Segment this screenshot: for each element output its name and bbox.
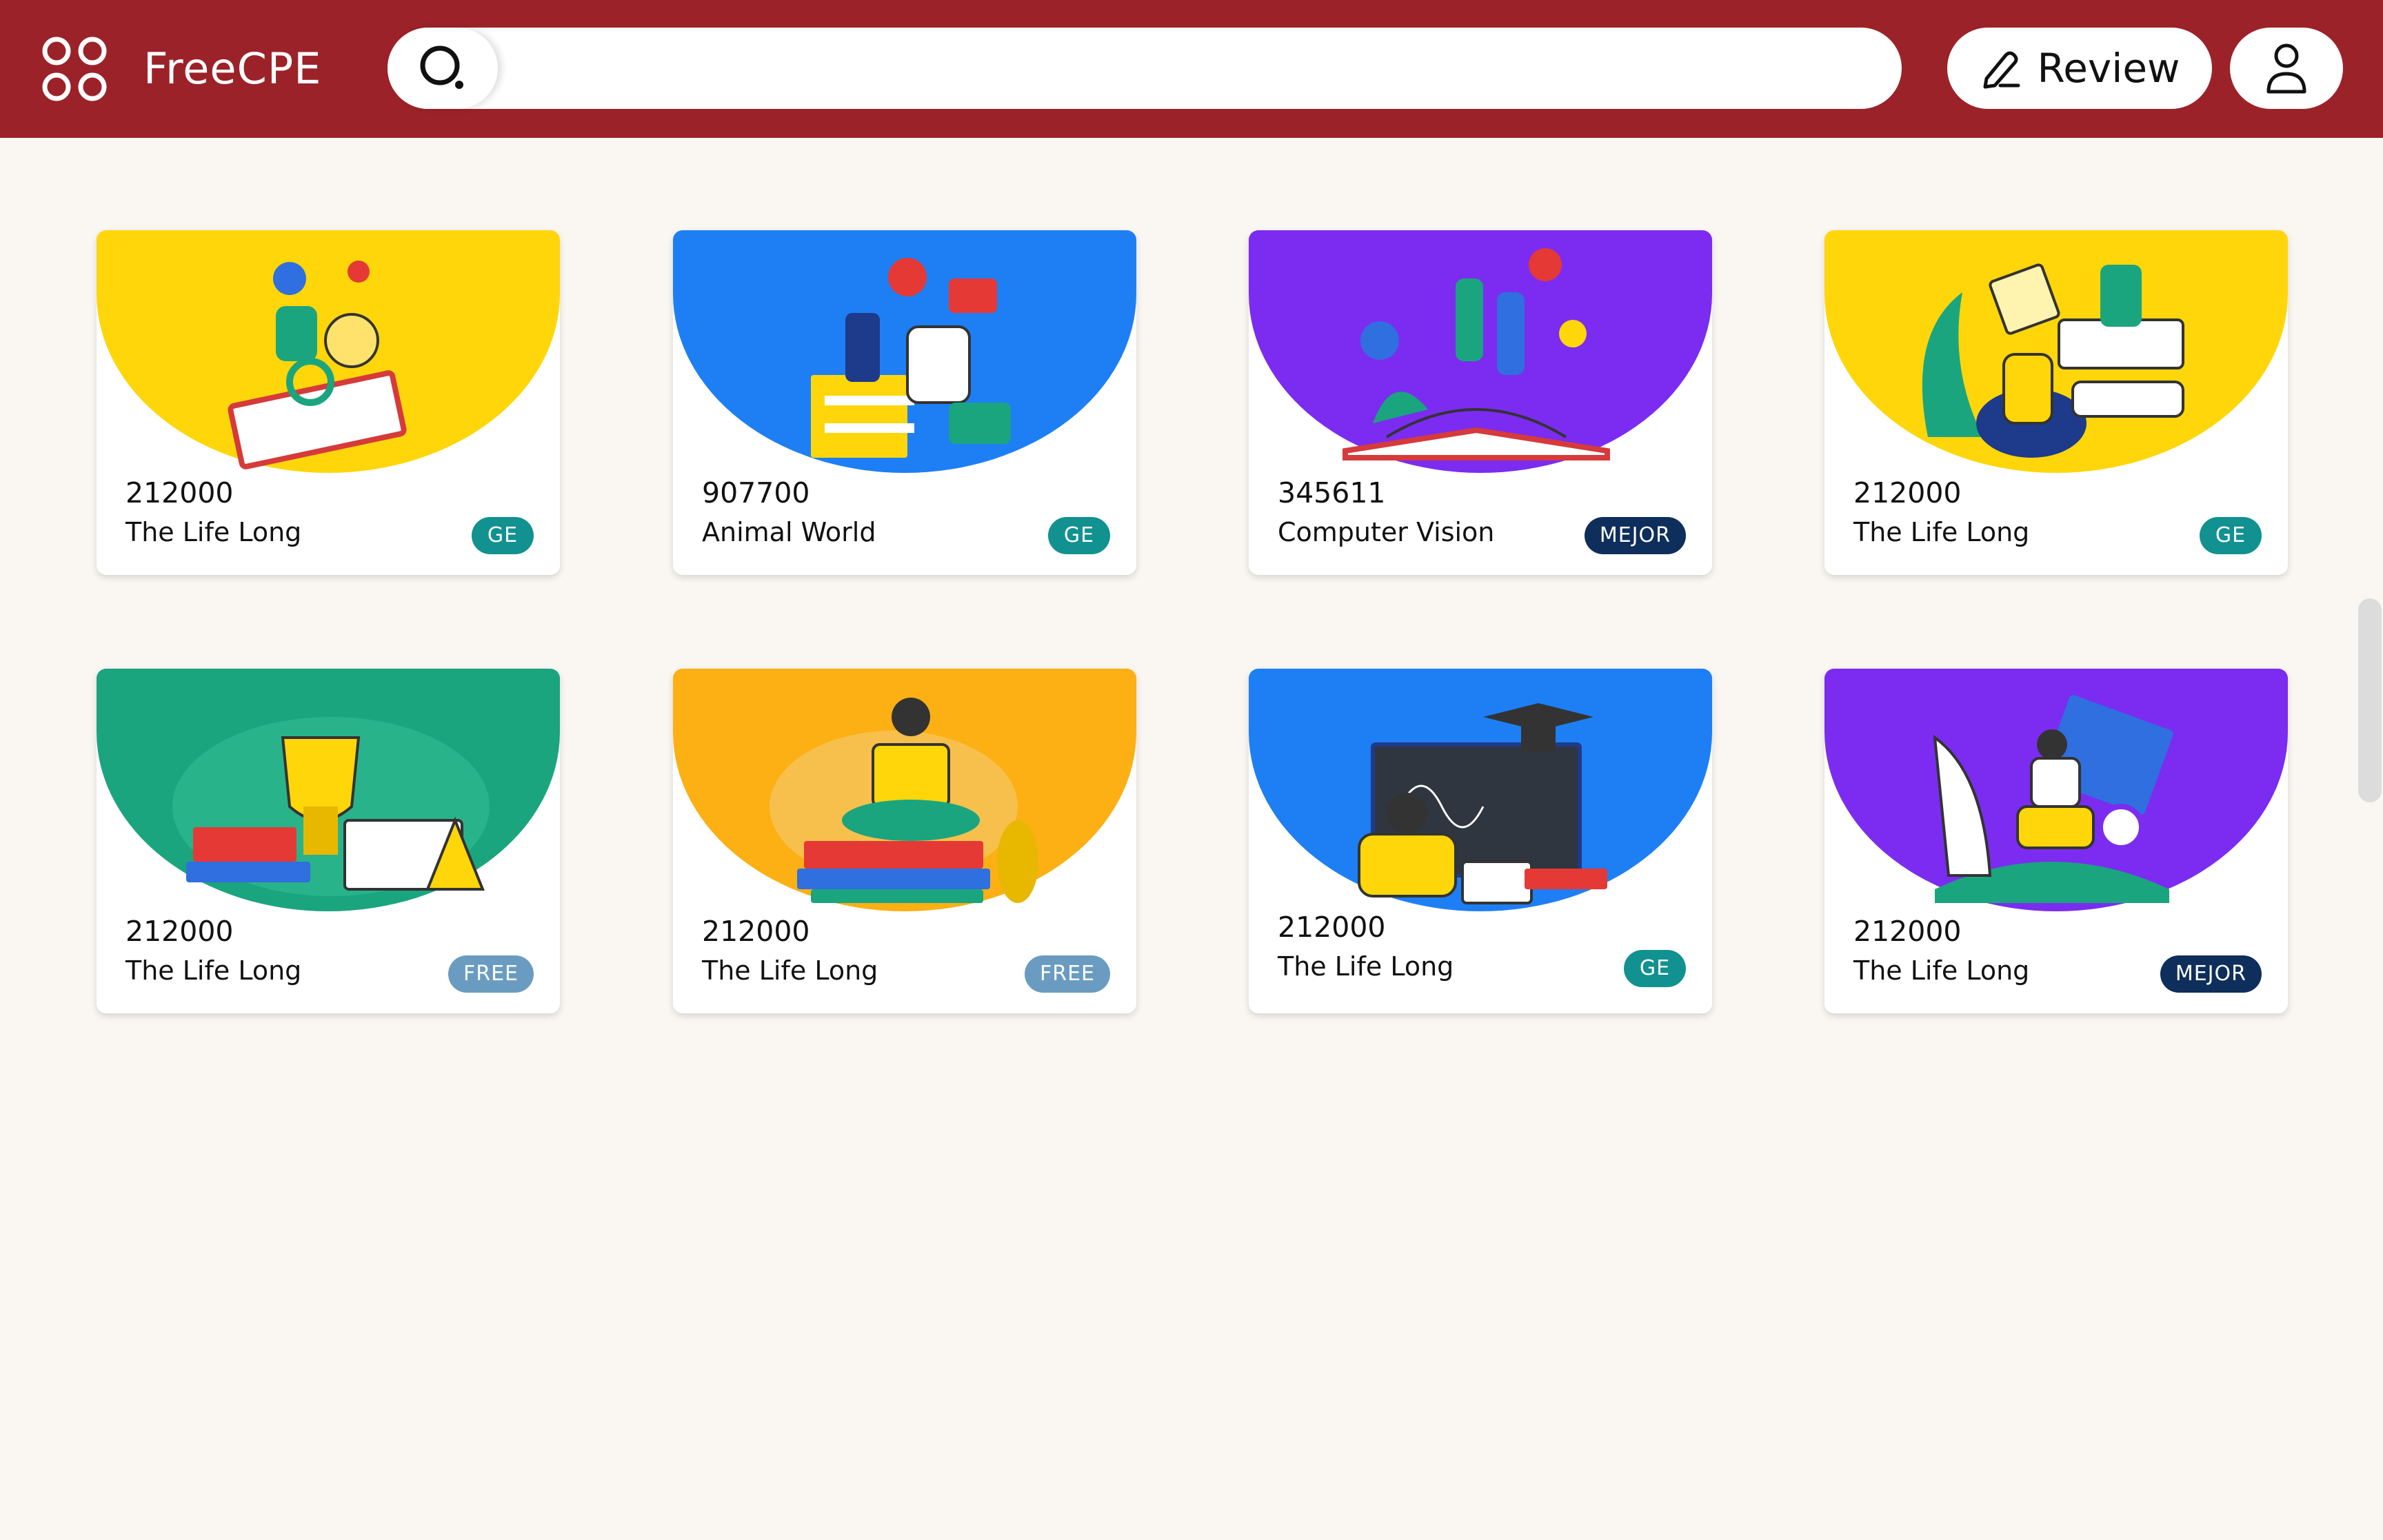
search-button[interactable] [388,28,498,109]
course-card[interactable]: 212000 The Life Long GE [97,230,560,575]
course-badge: FREE [1024,955,1110,993]
course-illustration [673,230,1136,473]
course-card[interactable]: 345611 Computer Vision MEJOR [1249,230,1712,575]
course-code: 345611 [1278,476,1386,509]
course-title: The Life Long [1278,951,1454,982]
user-icon [2266,43,2306,94]
review-label: Review [2037,45,2180,92]
course-code: 907700 [702,476,810,509]
course-title: The Life Long [1853,517,2030,547]
course-illustration [673,669,1136,911]
course-badge: FREE [448,955,534,993]
course-badge: MEJOR [2160,955,2262,993]
course-illustration [97,669,560,911]
course-badge: GE [1624,950,1686,987]
course-card[interactable]: 212000 The Life Long GE [1824,230,2288,575]
course-badge: GE [1048,517,1110,554]
course-card[interactable]: 212000 The Life Long FREE [97,669,560,1013]
user-profile-button[interactable] [2230,28,2343,109]
course-badge: GE [2200,517,2262,554]
course-card[interactable]: 212000 The Life Long GE [1249,669,1712,1013]
course-badge: GE [472,517,534,554]
review-button[interactable]: Review [1947,28,2212,109]
course-code: 212000 [1278,911,1386,944]
search-input[interactable] [519,41,1870,95]
course-title: Computer Vision [1278,517,1495,547]
search-bar[interactable] [388,28,1902,109]
course-illustration [1249,230,1712,473]
course-badge: MEJOR [1584,517,1686,554]
pencil-icon [1983,51,2020,89]
course-card[interactable]: 212000 The Life Long MEJOR [1824,669,2288,1013]
course-illustration [1249,669,1712,911]
course-code: 212000 [702,915,810,948]
course-card[interactable]: 212000 The Life Long FREE [673,669,1136,1013]
course-title: Animal World [702,517,876,547]
brand-name[interactable]: FreeCPE [143,41,321,97]
course-illustration [1824,669,2288,911]
scrollbar-thumb[interactable] [2358,598,2382,802]
course-illustration [1824,230,2288,473]
top-header: FreeCPE Review [0,0,2383,138]
course-code: 212000 [1853,915,1962,948]
course-title: The Life Long [125,955,302,986]
course-illustration [97,230,560,473]
course-code: 212000 [125,476,234,509]
course-title: The Life Long [125,517,302,547]
course-title: The Life Long [702,955,878,986]
app-logo-icon[interactable] [39,33,110,105]
course-card[interactable]: 907700 Animal World GE [673,230,1136,575]
course-code: 212000 [125,915,234,948]
course-code: 212000 [1853,476,1962,509]
search-icon [420,45,463,89]
course-title: The Life Long [1853,955,2030,986]
